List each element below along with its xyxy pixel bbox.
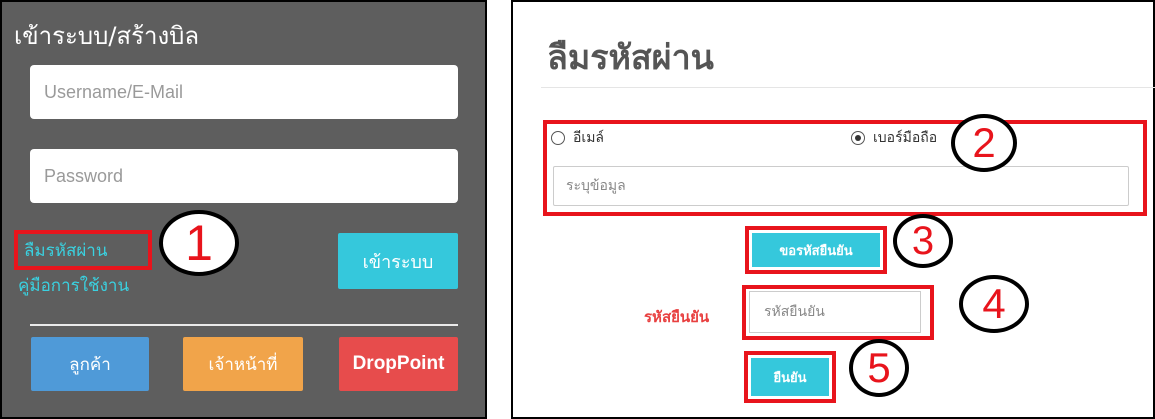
login-panel: เข้าระบบ/สร้างบิล Username/E-Mail Passwo… [0,0,487,419]
droppoint-button[interactable]: DropPoint [339,337,458,391]
phone-option-label: เบอร์มือถือ [873,130,938,146]
username-placeholder: Username/E-Mail [44,81,184,102]
forgot-password-link[interactable]: ลืมรหัสผ่าน [14,230,152,270]
info-input[interactable]: ระบุข้อมูล [553,166,1129,206]
step-marker-1: 1 [159,210,239,276]
step-marker-5: 5 [849,339,909,397]
verify-code-input[interactable]: รหัสยืนยัน [749,291,921,333]
confirm-button[interactable]: ยืนยัน [751,358,829,396]
forgot-password-panel: ลืมรหัสผ่าน อีเมล์ เบอร์มือถือ ระบุข้อมู… [511,0,1155,419]
verify-label: รหัสยืนยัน [644,308,710,326]
email-option-label: อีเมล์ [573,130,605,146]
customer-button[interactable]: ลูกค้า [31,337,149,391]
username-input[interactable]: Username/E-Mail [30,65,458,119]
verify-placeholder: รหัสยืนยัน [764,304,825,320]
title-divider [541,87,1155,88]
password-input[interactable]: Password [30,149,458,203]
staff-button[interactable]: เจ้าหน้าที่ [183,337,303,391]
divider [30,324,458,326]
request-otp-button[interactable]: ขอรหัสยืนยัน [752,233,880,267]
phone-radio[interactable] [851,131,865,145]
forgot-password-title: ลืมรหัสผ่าน [547,38,714,78]
phone-option[interactable]: เบอร์มือถือ [851,127,937,149]
login-title: เข้าระบบ/สร้างบิล [14,22,200,50]
password-placeholder: Password [44,165,124,186]
user-manual-link[interactable]: คู่มือการใช้งาน [18,272,129,299]
email-option[interactable]: อีเมล์ [551,127,604,149]
step-marker-3: 3 [893,214,953,268]
step-marker-2: 2 [951,114,1017,172]
email-radio[interactable] [551,131,565,145]
step-marker-4: 4 [959,275,1029,333]
info-placeholder: ระบุข้อมูล [566,178,626,194]
login-button[interactable]: เข้าระบบ [338,233,458,289]
